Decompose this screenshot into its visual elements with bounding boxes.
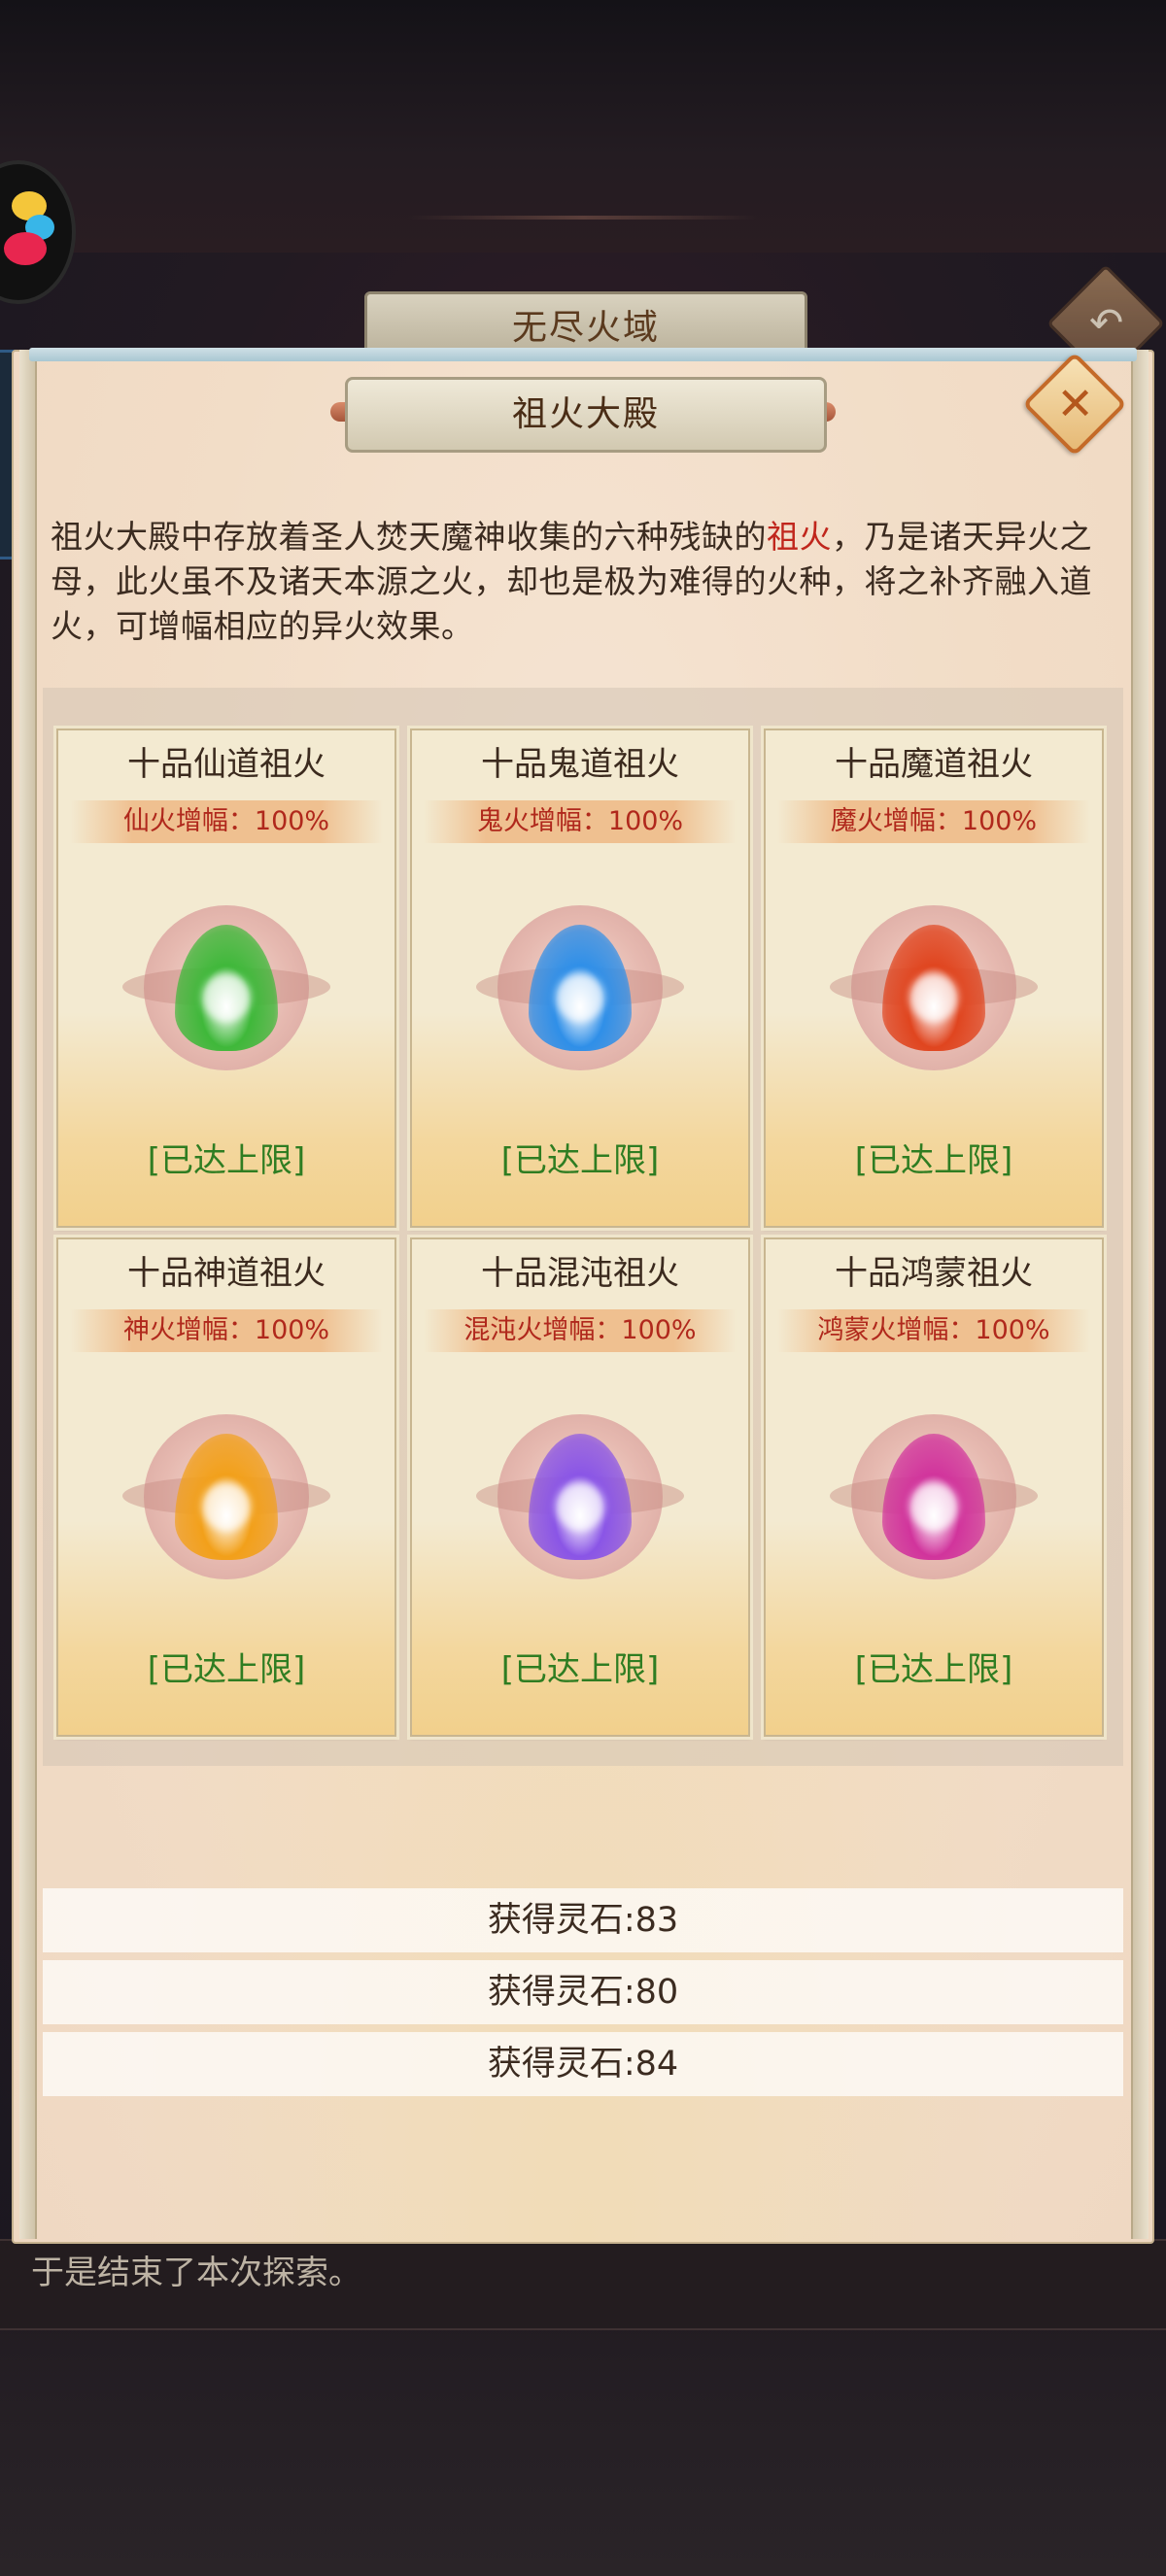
fire-card[interactable]: 十品鸿蒙祖火 鸿蒙火增幅：100% [已达上限]: [764, 1237, 1104, 1737]
reward-row: 获得灵石:80: [43, 1960, 1123, 2024]
fire-name: 十品仙道祖火: [127, 745, 326, 784]
reward-row: 获得灵石:84: [43, 2032, 1123, 2096]
fire-card[interactable]: 十品仙道祖火 仙火增幅：100% [已达上限]: [56, 729, 396, 1228]
fire-status: [已达上限]: [147, 1141, 306, 1180]
fire-name: 十品魔道祖火: [835, 745, 1033, 784]
fire-status: [已达上限]: [147, 1650, 306, 1689]
panel-description: 祖火大殿中存放着圣人焚天魔神收集的六种残缺的祖火，乃是诸天异火之母，此火虽不及诸…: [51, 515, 1129, 649]
description-highlight: 祖火: [767, 518, 832, 556]
scroll-top-rod: [29, 348, 1137, 361]
fire-card[interactable]: 十品鬼道祖火 鬼火增幅：100% [已达上限]: [410, 729, 750, 1228]
top-background: [0, 0, 1166, 262]
scroll-rod-left: [19, 350, 37, 2239]
fire-boost: 鸿蒙火增幅：100%: [777, 1309, 1090, 1352]
flame-glow: [909, 1482, 958, 1531]
fire-boost: 神火增幅：100%: [70, 1309, 383, 1352]
reward-row: 获得灵石:83: [43, 1888, 1123, 1952]
log-text: 于是结束了本次探索。: [31, 2254, 361, 2292]
fire-status: [已达上限]: [854, 1141, 1013, 1180]
flame-glow: [556, 973, 604, 1022]
description-text: 祖火大殿中存放着圣人焚天魔神收集的六种残缺的: [51, 518, 767, 556]
fire-name: 十品鬼道祖火: [481, 745, 679, 784]
fire-boost: 混沌火增幅：100%: [424, 1309, 737, 1352]
scroll-rod-right: [1131, 350, 1149, 2239]
fire-boost: 魔火增幅：100%: [777, 800, 1090, 843]
fire-card[interactable]: 十品神道祖火 神火增幅：100% [已达上限]: [56, 1237, 396, 1737]
flame-glow: [202, 973, 251, 1022]
header-ornament: [408, 216, 758, 220]
fire-name: 十品神道祖火: [127, 1254, 326, 1293]
fire-boost: 鬼火增幅：100%: [424, 800, 737, 843]
fire-status: [已达上限]: [854, 1650, 1013, 1689]
fire-status: [已达上限]: [500, 1650, 660, 1689]
fire-name: 十品鸿蒙祖火: [835, 1254, 1033, 1293]
panel-title-text: 祖火大殿: [511, 394, 660, 434]
logo-segment: [4, 232, 47, 265]
flame-glow: [909, 973, 958, 1022]
fire-name: 十品混沌祖火: [481, 1254, 679, 1293]
fire-card[interactable]: 十品魔道祖火 魔火增幅：100% [已达上限]: [764, 729, 1104, 1228]
close-icon: ✕: [1056, 377, 1094, 430]
fire-card[interactable]: 十品混沌祖火 混沌火增幅：100% [已达上限]: [410, 1237, 750, 1737]
flame-glow: [556, 1482, 604, 1531]
panel-title: 祖火大殿: [345, 377, 827, 453]
fire-boost: 仙火增幅：100%: [70, 800, 383, 843]
flame-glow: [202, 1482, 251, 1531]
bottom-background: [0, 2312, 1166, 2576]
fire-status: [已达上限]: [500, 1141, 660, 1180]
